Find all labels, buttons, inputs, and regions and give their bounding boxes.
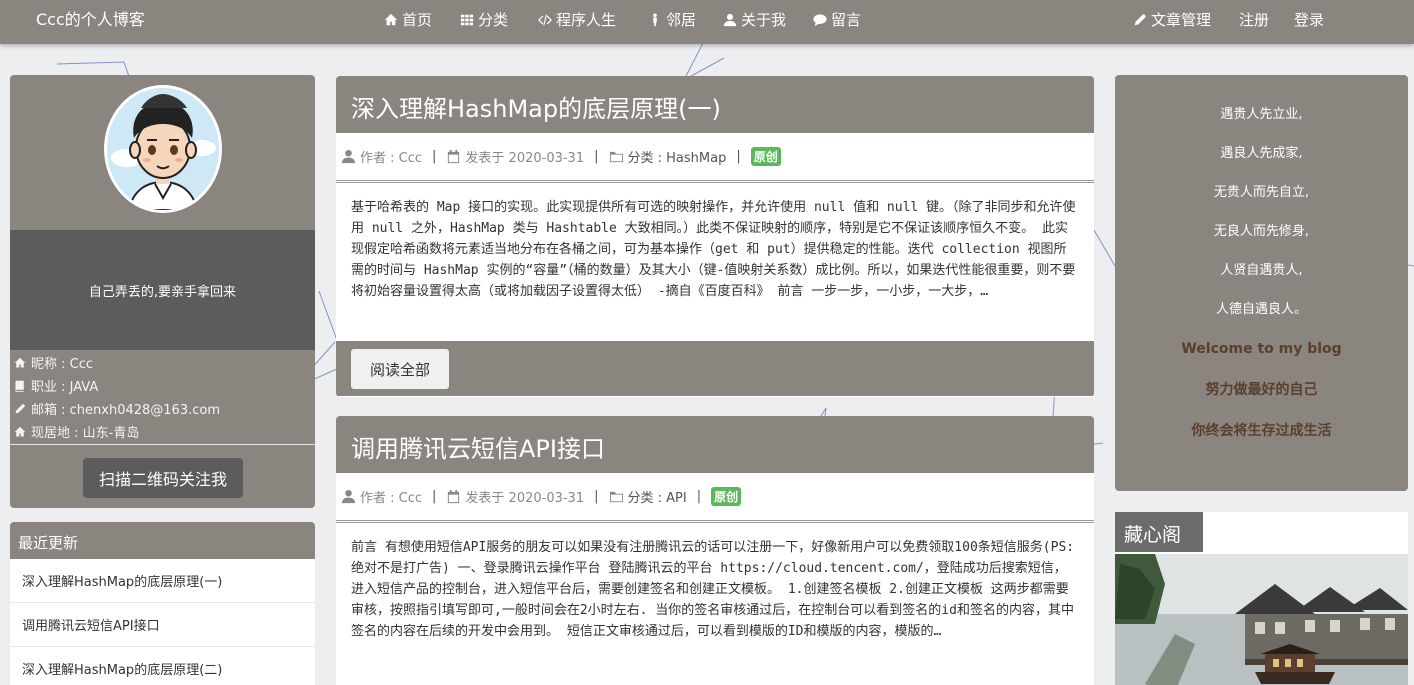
code-icon	[538, 14, 552, 26]
person-standing-icon	[653, 13, 657, 27]
nav-neighbor[interactable]: 邻居	[648, 10, 696, 30]
meta-separator: |	[594, 489, 599, 504]
avatar-cartoon-image	[107, 88, 219, 210]
quote-line: 人德自遇良人。	[1215, 302, 1307, 317]
recent-updates-card: 最近更新 深入理解HashMap的底层原理(一) 调用腾讯云短信API接口 深入…	[10, 522, 315, 685]
article-category[interactable]: 分类 : API	[628, 487, 687, 506]
slogan-text: 努力做最好的自己	[1205, 382, 1318, 398]
collection-title: 藏心阁	[1115, 512, 1203, 552]
calendar-icon	[448, 489, 460, 504]
avatar	[104, 85, 222, 213]
divider	[10, 444, 315, 445]
nav-message[interactable]: 留言	[813, 10, 861, 30]
profile-email-text: 邮箱 : chenxh0428@163.com	[31, 403, 220, 418]
calendar-icon	[448, 149, 460, 164]
collection-card: 藏心阁	[1115, 512, 1408, 685]
article-title[interactable]: 调用腾讯云短信API接口	[336, 416, 1094, 473]
folder-icon	[609, 151, 623, 163]
user-icon	[341, 149, 356, 164]
profile-info-list: 昵称 : Ccc 职业 : JAVA 邮箱 : chenxh0428@163.c…	[14, 351, 311, 443]
quote-line: 无良人而先修身,	[1213, 224, 1310, 239]
article-meta: 作者 : Ccc | 发表于 2020-03-31 | 分类 : HashMap…	[336, 133, 1094, 183]
list-item[interactable]: 深入理解HashMap的底层原理(一)	[10, 559, 315, 603]
water-town-photo[interactable]	[1115, 554, 1408, 685]
profile-location-text: 现居地 : 山东-青岛	[31, 426, 140, 441]
meta-separator: |	[432, 149, 437, 164]
folder-icon	[609, 491, 623, 503]
article-card: 调用腾讯云短信API接口 作者 : Ccc | 发表于 2020-03-31 |…	[336, 416, 1094, 685]
nav-register[interactable]: 注册	[1239, 10, 1269, 30]
user-icon	[341, 489, 356, 504]
quote-line: 遇贵人先立业,	[1220, 107, 1303, 122]
nav-home-label: 首页	[402, 11, 433, 29]
article-date: 发表于 2020-03-31	[465, 151, 585, 166]
profile-nickname: 昵称 : Ccc	[14, 351, 311, 374]
site-brand[interactable]: Ccc的个人博客	[36, 10, 145, 30]
article-footer: 阅读全部	[336, 341, 1094, 396]
pencil-icon	[15, 403, 26, 413]
scan-qr-button[interactable]: 扫描二维码关注我	[83, 458, 243, 498]
nav-programmer-life-label: 程序人生	[556, 11, 617, 29]
nav-programmer-life[interactable]: 程序人生	[538, 10, 616, 30]
nav-home[interactable]: 首页	[384, 10, 432, 30]
comment-icon	[813, 14, 827, 27]
quote-card: 遇贵人先立业, 遇良人先成家, 无贵人而先自立, 无良人而先修身, 人贤自遇贵人…	[1115, 75, 1408, 491]
meta-separator: |	[594, 149, 599, 164]
quote-line: 人贤自遇贵人,	[1220, 263, 1303, 278]
top-navbar: Ccc的个人博客 首页 分类 程序人生 邻居 关于我 留言 文章管理 注册 登录	[0, 0, 1414, 44]
article-date: 发表于 2020-03-31	[465, 491, 585, 506]
home-icon	[14, 357, 26, 367]
original-badge: 原创	[711, 487, 742, 506]
nav-category-label: 分类	[478, 11, 509, 29]
meta-separator: |	[736, 149, 741, 164]
article-author: 作者 : Ccc	[360, 151, 423, 166]
profile-occupation-text: 职业 : JAVA	[31, 380, 99, 395]
article-meta: 作者 : Ccc | 发表于 2020-03-31 | 分类 : API | 原…	[336, 473, 1094, 523]
nav-article-manage-label: 文章管理	[1151, 11, 1212, 29]
list-item[interactable]: 调用腾讯云短信API接口	[10, 603, 315, 647]
meta-separator: |	[696, 489, 702, 504]
article-category[interactable]: 分类 : HashMap	[628, 147, 727, 166]
read-more-button[interactable]: 阅读全部	[351, 349, 449, 389]
profile-email: 邮箱 : chenxh0428@163.com	[14, 397, 311, 420]
book-icon	[15, 380, 24, 392]
nav-category[interactable]: 分类	[460, 10, 508, 30]
nav-article-manage[interactable]: 文章管理	[1133, 10, 1211, 30]
home-icon	[384, 13, 398, 26]
profile-location: 现居地 : 山东-青岛	[14, 420, 311, 443]
profile-motto: 自己弄丢的,要亲手拿回来	[10, 230, 315, 350]
nav-about-me-label: 关于我	[741, 11, 787, 29]
profile-card: 自己弄丢的,要亲手拿回来 昵称 : Ccc 职业 : JAVA 邮箱 : che…	[10, 75, 315, 508]
user-icon	[723, 13, 737, 27]
nav-about-me[interactable]: 关于我	[723, 10, 786, 30]
quote-line: 无贵人而先自立,	[1213, 185, 1310, 200]
profile-nickname-text: 昵称 : Ccc	[31, 357, 94, 372]
welcome-text: Welcome to my blog	[1181, 341, 1342, 357]
slogan-text: 你终会将生存过成生活	[1191, 423, 1332, 439]
meta-separator: |	[432, 489, 437, 504]
article-author: 作者 : Ccc	[360, 491, 423, 506]
article-summary: 基于哈希表的 Map 接口的实现。此实现提供所有可选的映射操作，并允许使用 nu…	[351, 200, 1076, 299]
grid-icon	[460, 14, 474, 26]
nav-login[interactable]: 登录	[1294, 10, 1324, 30]
recent-updates-title: 最近更新	[10, 522, 315, 559]
profile-occupation: 职业 : JAVA	[14, 374, 311, 397]
list-item[interactable]: 深入理解HashMap的底层原理(二)	[10, 647, 315, 685]
nav-neighbor-label: 邻居	[666, 11, 697, 29]
quote-line: 遇良人先成家,	[1220, 146, 1303, 161]
original-badge: 原创	[750, 147, 781, 166]
home-icon	[14, 426, 26, 436]
article-title[interactable]: 深入理解HashMap的底层原理(一)	[336, 76, 1094, 133]
article-card: 深入理解HashMap的底层原理(一) 作者 : Ccc | 发表于 2020-…	[336, 76, 1094, 397]
article-summary: 前言 有想使用短信API服务的朋友可以如果没有注册腾讯云的话可以注册一下，好像新…	[351, 540, 1075, 639]
pencil-icon	[1134, 13, 1147, 26]
nav-message-label: 留言	[831, 11, 862, 29]
